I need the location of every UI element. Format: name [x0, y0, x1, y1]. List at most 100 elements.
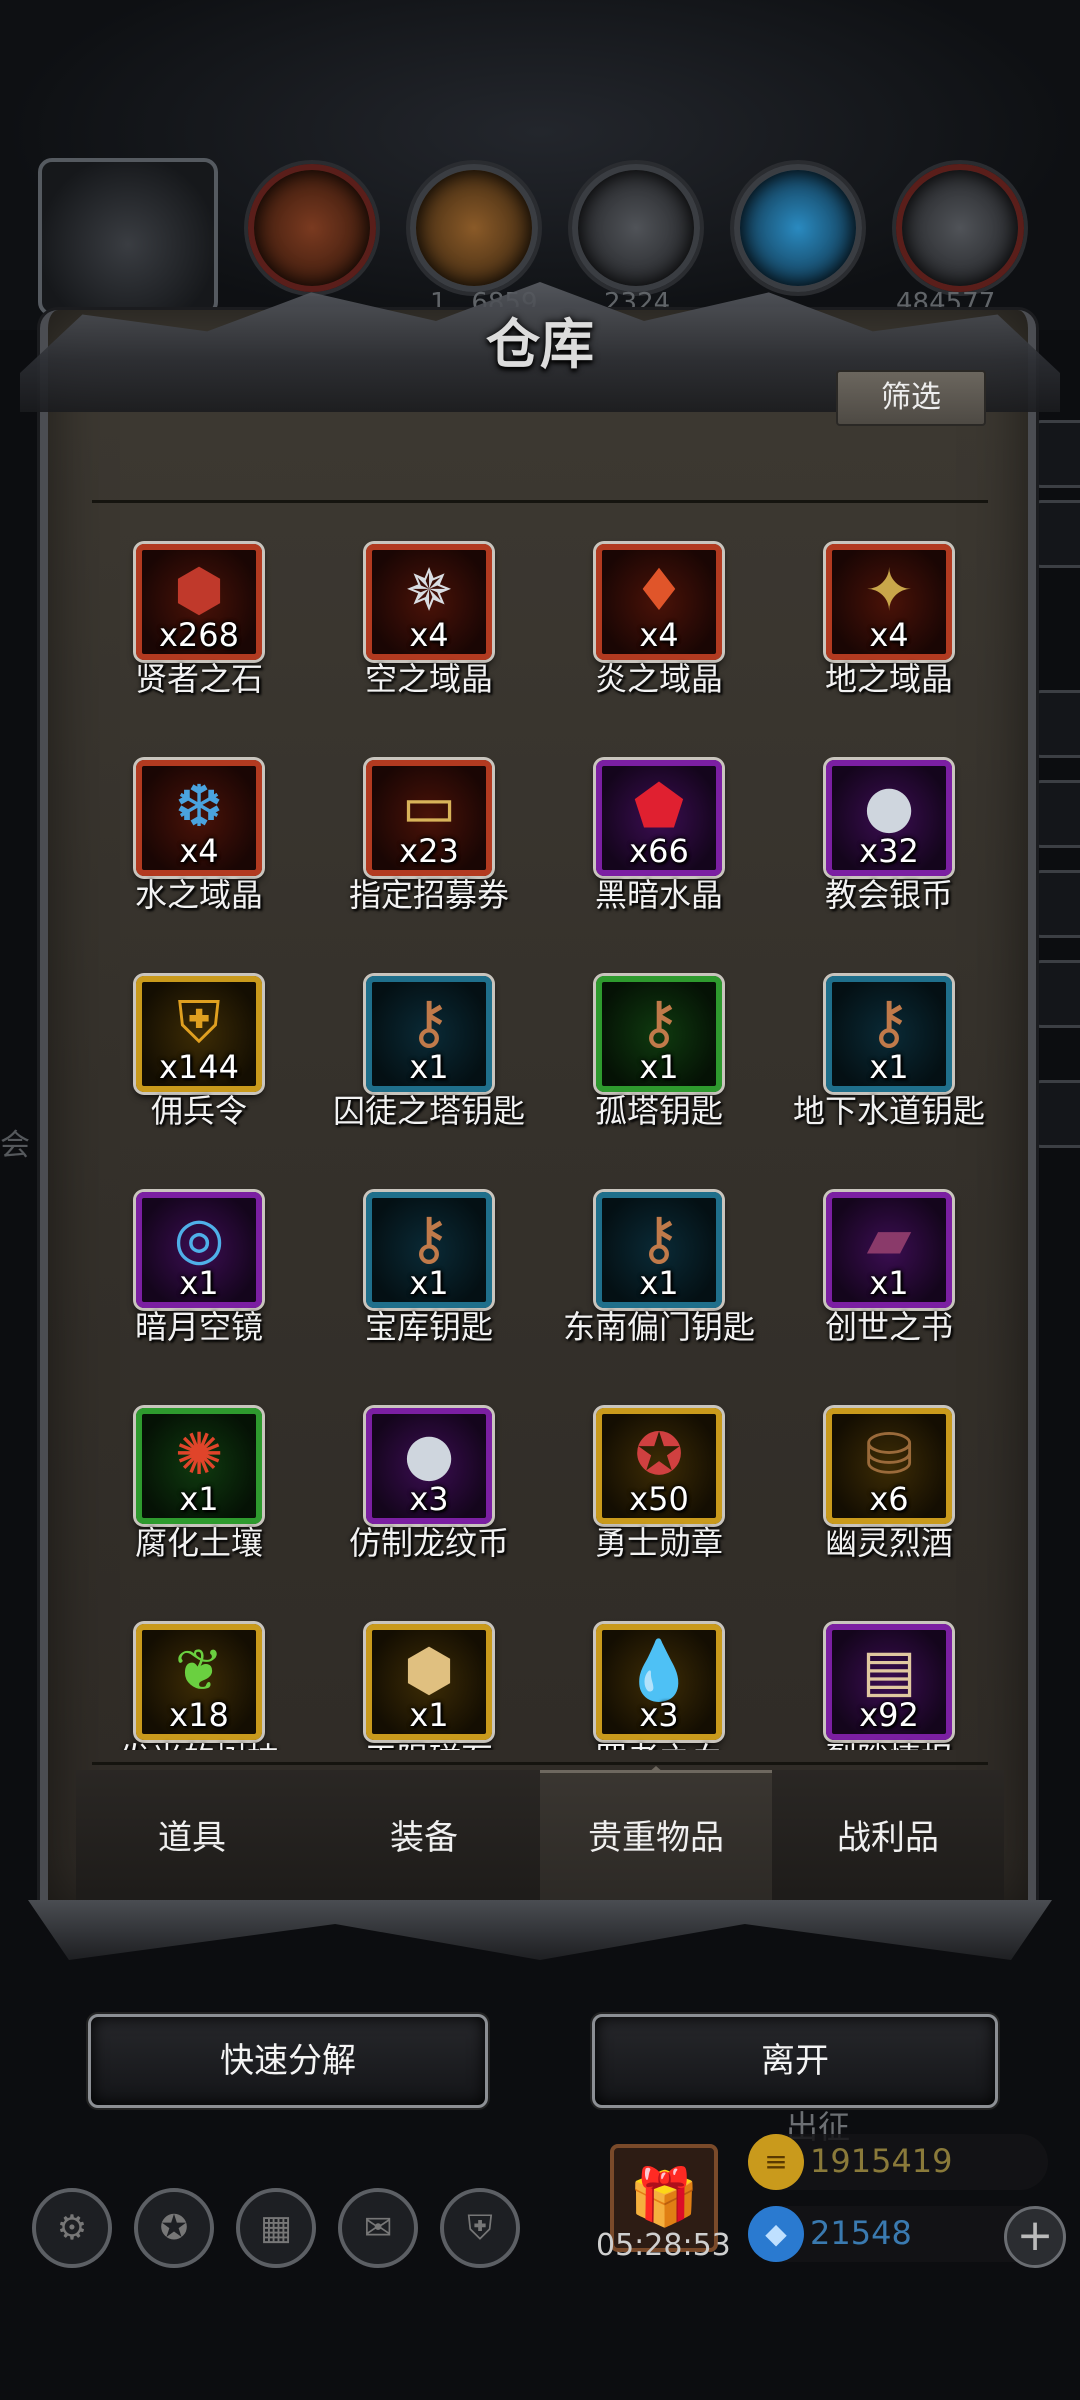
- shield-icon[interactable]: ⛨: [440, 2188, 520, 2268]
- key-icon: ⚷: [637, 988, 681, 1056]
- tab-loot[interactable]: 战利品: [772, 1770, 1004, 1906]
- iron-resource-icon: [572, 164, 700, 292]
- side-tab[interactable]: [1031, 960, 1080, 1028]
- gem-icon: ◆: [748, 2206, 804, 2262]
- item-quantity: x23: [399, 832, 459, 870]
- plank-resource-icon: [410, 164, 538, 292]
- key-icon: ⚷: [407, 988, 451, 1056]
- inventory-item[interactable]: ⬟ x66 黑暗水晶: [544, 740, 774, 950]
- inventory-item[interactable]: ◎ x1 暗月空镜: [92, 1172, 314, 1382]
- item-quantity: x92: [859, 1696, 919, 1734]
- inventory-item[interactable]: ✦ x4 地之域晶: [774, 524, 988, 734]
- inventory-item[interactable]: ▤x92裂隙情报: [774, 1604, 988, 1750]
- background-text: 会: [0, 1128, 30, 1163]
- inventory-item[interactable]: ⛁ x6 幽灵烈酒: [774, 1388, 988, 1598]
- inventory-item[interactable]: ✺ x1 腐化土壤: [92, 1388, 314, 1598]
- document-icon: ▤: [861, 1636, 917, 1704]
- item-grid: ⬢ x268 贤者之石 ✵ x4 空之域晶 ♦ x4 炎之域晶 ✦ x4 地之域晶 ❆ x4 水之域晶 ▭ x2…: [92, 510, 988, 1750]
- medal-icon: ✪: [634, 1420, 684, 1488]
- item-quantity: x1: [869, 1264, 909, 1302]
- key-icon: ⚷: [407, 1204, 451, 1272]
- mail-icon[interactable]: ✉: [338, 2188, 418, 2268]
- item-quantity: x66: [629, 832, 689, 870]
- key-icon: ⚷: [867, 988, 911, 1056]
- crystal-resource-icon: [734, 164, 862, 292]
- player-avatar[interactable]: [38, 158, 218, 316]
- silver-coin-icon: ●: [403, 1420, 455, 1488]
- divider: [92, 1762, 988, 1765]
- meteor-stone-icon: ⬢: [403, 1636, 455, 1704]
- item-quantity: x18: [169, 1696, 229, 1734]
- tower-icon[interactable]: ▦: [236, 2188, 316, 2268]
- side-tab[interactable]: [1031, 780, 1080, 848]
- stone-resource-icon: [896, 164, 1024, 292]
- side-tab[interactable]: [1031, 500, 1080, 568]
- tab-valuables[interactable]: 贵重物品: [540, 1770, 772, 1906]
- item-quantity: x3: [639, 1696, 679, 1734]
- mercenary-badge-icon: ⛨: [177, 988, 221, 1056]
- key-icon: ⚷: [637, 1204, 681, 1272]
- inventory-item[interactable]: ● x32 教会银币: [774, 740, 988, 950]
- tab-equipment[interactable]: 装备: [308, 1770, 540, 1906]
- silver-coin-icon: ●: [863, 772, 915, 840]
- inventory-item[interactable]: ▰ x1 创世之书: [774, 1172, 988, 1382]
- inventory-item[interactable]: ⛨ x144 佣兵令: [92, 956, 314, 1166]
- item-quantity: x144: [158, 1048, 239, 1086]
- blood-drop-icon: 💧: [622, 1636, 696, 1704]
- item-quantity: x4: [869, 616, 909, 654]
- item-quantity: x1: [179, 1264, 219, 1302]
- item-name: 幽灵烈酒: [824, 1524, 953, 1562]
- inventory-item[interactable]: ⬢ x268 贤者之石: [92, 524, 314, 734]
- inventory-item[interactable]: 💧x3罪者之血: [544, 1604, 774, 1750]
- inventory-item[interactable]: ✵ x4 空之域晶: [314, 524, 544, 734]
- inventory-item[interactable]: ⚷ x1 宝库钥匙: [314, 1172, 544, 1382]
- item-quantity: x3: [409, 1480, 449, 1518]
- inventory-item[interactable]: ⚷ x1 地下水道钥匙: [774, 956, 988, 1166]
- fire-crystal-icon: ♦: [633, 556, 685, 624]
- achievement-star-icon[interactable]: ✪: [134, 2188, 214, 2268]
- scroll-icon: ▭: [401, 772, 457, 840]
- inventory-item[interactable]: ● x3 仿制龙纹币: [314, 1388, 544, 1598]
- inventory-item[interactable]: ❆ x4 水之域晶: [92, 740, 314, 950]
- tab-items[interactable]: 道具: [76, 1770, 308, 1906]
- side-tab[interactable]: [1031, 870, 1080, 938]
- silver-crystal-icon: ✵: [404, 556, 454, 624]
- book-icon: ▰: [866, 1204, 912, 1272]
- mirror-icon: ◎: [173, 1204, 225, 1272]
- side-tab[interactable]: [1031, 690, 1080, 758]
- item-quantity: x268: [158, 616, 239, 654]
- divider: [92, 500, 988, 503]
- item-quantity: x32: [859, 832, 919, 870]
- gold-currency: ≡ 1915419: [748, 2134, 1048, 2190]
- inventory-item[interactable]: ⚷ x1 囚徒之塔钥匙: [314, 956, 544, 1166]
- side-tab[interactable]: [1031, 1080, 1080, 1148]
- item-quantity: x6: [869, 1480, 909, 1518]
- inventory-item[interactable]: ⚷ x1 东南偏门钥匙: [544, 1172, 774, 1382]
- panel-title: 仓库: [486, 312, 594, 376]
- panel-bottom-ornament: [28, 1900, 1052, 1960]
- inventory-item[interactable]: ⬢x1天陨磁石: [314, 1604, 544, 1750]
- settings-gear-icon[interactable]: ⚙: [32, 2188, 112, 2268]
- inventory-item[interactable]: ✪ x50 勇士勋章: [544, 1388, 774, 1598]
- item-quantity: x1: [409, 1048, 449, 1086]
- inventory-item[interactable]: ❦x18发光的树枝: [92, 1604, 314, 1750]
- filter-button[interactable]: 筛选: [836, 370, 986, 426]
- side-tab[interactable]: [1031, 420, 1080, 488]
- item-quantity: x50: [629, 1480, 689, 1518]
- add-currency-button[interactable]: +: [1004, 2206, 1066, 2268]
- item-name: 创世之书: [824, 1308, 953, 1346]
- inventory-item[interactable]: ⚷ x1 孤塔钥匙: [544, 956, 774, 1166]
- gem-value: 21548: [810, 2214, 912, 2252]
- inventory-item[interactable]: ♦ x4 炎之域晶: [544, 524, 774, 734]
- quick-decompose-button[interactable]: 快速分解: [88, 2014, 488, 2108]
- earth-crystal-icon: ✦: [864, 556, 914, 624]
- soil-icon: ✺: [174, 1420, 224, 1488]
- leave-button[interactable]: 离开: [592, 2014, 998, 2108]
- red-stone-icon: ⬢: [173, 556, 225, 624]
- gold-coin-icon: ≡: [748, 2134, 804, 2190]
- item-quantity: x1: [409, 1696, 449, 1734]
- inventory-item[interactable]: ▭ x23 指定招募券: [314, 740, 544, 950]
- item-name: 裂隙情报: [754, 1734, 988, 1750]
- item-quantity: x1: [639, 1264, 679, 1302]
- item-quantity: x1: [409, 1264, 449, 1302]
